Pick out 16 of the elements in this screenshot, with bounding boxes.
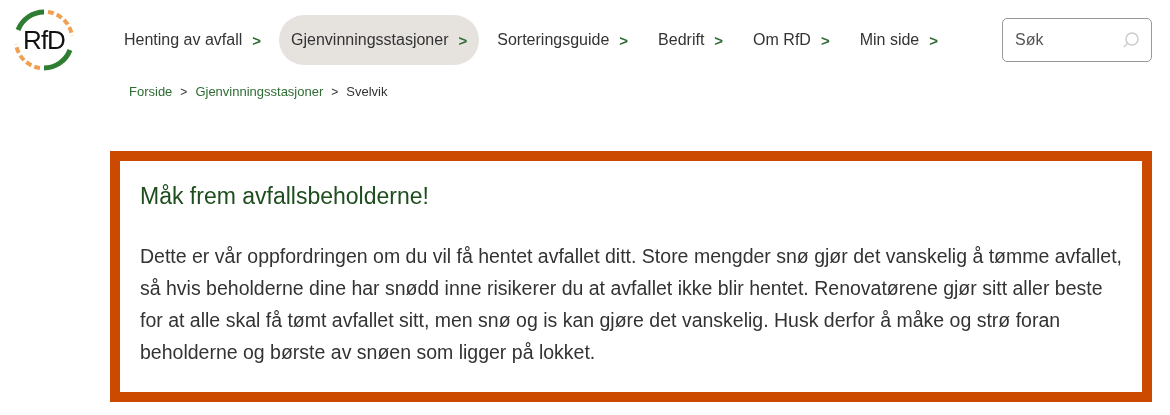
breadcrumb-separator: > (331, 84, 339, 99)
rfd-logo[interactable]: RfD (12, 8, 76, 72)
breadcrumb-link[interactable]: Forside (129, 84, 173, 99)
nav-link[interactable]: Sorteringsguide > (485, 15, 641, 65)
nav-link[interactable]: Bedrift > (646, 15, 736, 65)
search-field[interactable]: Søk (1002, 18, 1152, 62)
current-page-label: Svelvik (346, 84, 388, 99)
alert-text: Dette er vår oppfordringen om du vil få hentet avfallet ditt. Store mengder snø gjør det vanskelig å tømme avfallet, så hvis beholderne dine har snødd inne risikerer du at avfallet ikke blir hentet. Renovatørene gjør sitt aller beste for at alle skal få tømt avfallet sitt, men snø og is kan gjøre det vanskelig. Husk derfor å måke og strø foran beholderne og børste av snøen som ligger på lokket. (140, 244, 1122, 365)
nav-link[interactable]: Om RfD > (741, 15, 842, 65)
nav-link[interactable]: Min side > (847, 15, 950, 65)
alert-title: Måk frem avfallsbeholderne! (140, 183, 430, 210)
breadcrumb-separator: > (180, 84, 188, 99)
nav-link[interactable]: Gjenvinningsstasjoner > (279, 15, 480, 65)
breadcrumb-link[interactable]: Gjenvinningsstasjoner (195, 84, 324, 99)
nav-link[interactable]: Henting av avfall > (112, 15, 274, 65)
search-icon (1122, 31, 1140, 49)
